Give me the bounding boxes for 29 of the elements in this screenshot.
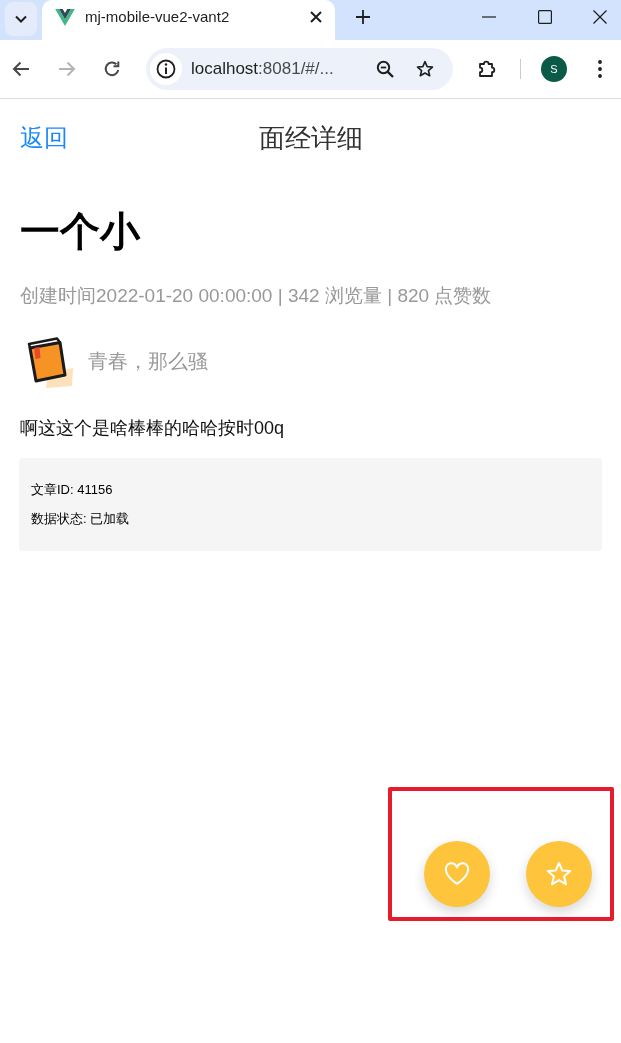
address-bar[interactable]: localhost:8081/#/...: [146, 48, 453, 90]
profile-avatar[interactable]: S: [541, 56, 567, 82]
star-icon: [546, 861, 572, 887]
maximize-icon[interactable]: [538, 10, 552, 24]
info-line: 数据状态: 已加载: [31, 509, 131, 528]
author-name: 青春，那么骚: [88, 348, 208, 374]
tab-search-button[interactable]: [5, 2, 37, 36]
browser-tab[interactable]: mj-mobile-vue2-vant2: [42, 0, 335, 40]
article-meta: 创建时间2022-01-20 00:00:00 | 342 浏览量 | 820 点赞数: [20, 284, 493, 308]
article-content: 啊这这个是啥棒棒的哈哈按时00q: [20, 416, 286, 440]
tab-title: mj-mobile-vue2-vant2: [85, 6, 231, 27]
star-icon[interactable]: [416, 60, 434, 78]
more-menu-icon[interactable]: [598, 60, 602, 78]
plus-icon[interactable]: [355, 9, 371, 25]
close-icon[interactable]: [593, 10, 607, 24]
back-link[interactable]: 返回: [20, 120, 68, 156]
url-text: localhost:8081/#/...: [191, 58, 334, 81]
chevron-down-icon: [15, 15, 27, 23]
v-logo-icon: [55, 8, 75, 26]
heart-icon: [444, 862, 470, 886]
back-arrow-icon[interactable]: [12, 61, 30, 77]
zoom-out-icon[interactable]: [376, 60, 394, 78]
article-title: 一个小: [20, 208, 142, 255]
reload-icon[interactable]: [103, 60, 121, 78]
puzzle-icon[interactable]: [477, 59, 497, 79]
info-line: 文章ID: 41156: [31, 480, 114, 499]
close-icon[interactable]: [310, 11, 322, 23]
info-icon[interactable]: [150, 53, 182, 85]
page-title: 面经详细: [258, 121, 363, 155]
